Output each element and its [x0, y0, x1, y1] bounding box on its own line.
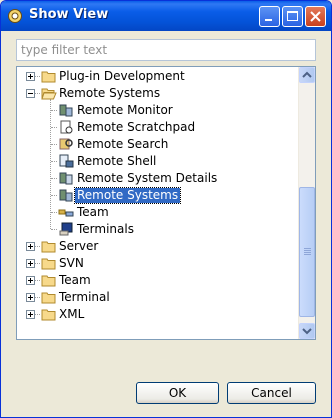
- tree-guide-line: [35, 314, 40, 315]
- view-tree[interactable]: Plug-in Development Remote Systems Remote …: [16, 66, 316, 340]
- tree-item[interactable]: XML: [17, 306, 300, 323]
- show-view-dialog: Show View Plug-in Development Remote Syst…: [0, 0, 332, 418]
- tree-item[interactable]: Remote Search: [17, 136, 300, 153]
- expand-icon[interactable]: [26, 72, 35, 81]
- filter-field[interactable]: [16, 39, 316, 61]
- folder-icon: [41, 292, 56, 304]
- tree-item[interactable]: Remote Systems: [17, 85, 300, 102]
- title-bar[interactable]: Show View: [1, 1, 331, 31]
- scratchpad-icon: [60, 120, 73, 134]
- folder-open-icon: [41, 88, 57, 100]
- cancel-button[interactable]: Cancel: [227, 382, 316, 404]
- eclipse-gear-icon: [8, 9, 22, 23]
- folder-icon: [41, 258, 56, 270]
- folder-icon: [41, 309, 56, 321]
- tree-item-label: Remote Shell: [77, 154, 157, 168]
- tree-guide-line: [35, 297, 40, 298]
- expand-icon[interactable]: [26, 276, 35, 285]
- close-button[interactable]: [305, 6, 326, 27]
- maximize-button[interactable]: [282, 6, 303, 27]
- chevron-up-icon: [302, 71, 312, 78]
- team-icon: [58, 209, 74, 217]
- tree-item[interactable]: Team: [17, 272, 300, 289]
- tree-item[interactable]: Remote Scratchpad: [17, 119, 300, 136]
- tree-guide-line: [51, 144, 57, 145]
- tree-item-label: XML: [59, 307, 85, 321]
- tree-item-label: Server: [59, 239, 99, 253]
- scroll-thumb[interactable]: [299, 187, 315, 317]
- tree-item-label: Terminals: [77, 222, 134, 236]
- tree-guide-line: [51, 178, 57, 179]
- tree-item[interactable]: Team: [17, 204, 300, 221]
- tree-item[interactable]: SVN: [17, 255, 300, 272]
- expand-icon[interactable]: [26, 259, 35, 268]
- tree-item-label: Team: [59, 273, 91, 287]
- tree-guide-line: [51, 161, 57, 162]
- tree-guide-line: [35, 246, 40, 247]
- remote-shell-icon: [59, 154, 74, 168]
- tree-item-label: Remote System Details: [77, 171, 218, 185]
- folder-icon: [41, 71, 56, 83]
- scroll-down-button[interactable]: [299, 323, 315, 339]
- tree-guide-line: [51, 195, 57, 196]
- terminals-icon: [59, 222, 73, 236]
- tree-guide-line: [51, 127, 57, 128]
- maximize-icon: [287, 11, 298, 21]
- tree-item-label: Remote Systems: [59, 86, 161, 100]
- remote-systems-icon: [59, 189, 73, 202]
- scroll-up-button[interactable]: [299, 67, 315, 83]
- window-title: Show View: [29, 7, 109, 22]
- tree-guide-line: [35, 76, 40, 77]
- tree-item[interactable]: Server: [17, 238, 300, 255]
- tree-guide-line: [35, 93, 40, 94]
- minimize-button[interactable]: [259, 6, 280, 27]
- minimize-icon: [265, 19, 272, 21]
- tree-item-label: Remote Search: [77, 137, 169, 151]
- system-details-icon: [59, 172, 73, 185]
- tree-guide-line: [35, 280, 40, 281]
- filter-input[interactable]: [21, 41, 311, 59]
- tree-item[interactable]: Terminals: [17, 221, 300, 238]
- chevron-down-icon: [302, 328, 312, 335]
- tree-item-label: Remote Systems: [73, 187, 182, 204]
- ok-button[interactable]: OK: [136, 382, 219, 404]
- expand-icon[interactable]: [26, 310, 35, 319]
- tree-item[interactable]: Remote Systems: [17, 187, 300, 204]
- remote-search-icon: [59, 138, 73, 150]
- tree-item-label: Plug-in Development: [59, 69, 185, 83]
- collapse-icon[interactable]: [26, 89, 35, 98]
- tree-guide-line: [51, 212, 57, 213]
- folder-icon: [41, 241, 56, 253]
- tree-item[interactable]: Terminal: [17, 289, 300, 306]
- folder-icon: [41, 275, 56, 287]
- close-icon: [310, 11, 321, 22]
- tree-item[interactable]: Plug-in Development: [17, 68, 300, 85]
- tree-item-label: SVN: [59, 256, 84, 270]
- tree-item[interactable]: Remote Shell: [17, 153, 300, 170]
- tree-guide-line: [35, 263, 40, 264]
- expand-icon[interactable]: [26, 293, 35, 302]
- remote-monitor-icon: [59, 104, 73, 117]
- tree-item[interactable]: Remote System Details: [17, 170, 300, 187]
- expand-icon[interactable]: [26, 242, 35, 251]
- tree-item-label: Team: [77, 205, 109, 219]
- tree-guide-line: [51, 229, 57, 230]
- tree-item-label: Terminal: [59, 290, 110, 304]
- tree-item-label: Remote Monitor: [77, 103, 173, 117]
- tree-guide-line: [51, 110, 57, 111]
- vertical-scrollbar[interactable]: [298, 67, 315, 339]
- tree-item[interactable]: Remote Monitor: [17, 102, 300, 119]
- tree-item-label: Remote Scratchpad: [77, 120, 196, 134]
